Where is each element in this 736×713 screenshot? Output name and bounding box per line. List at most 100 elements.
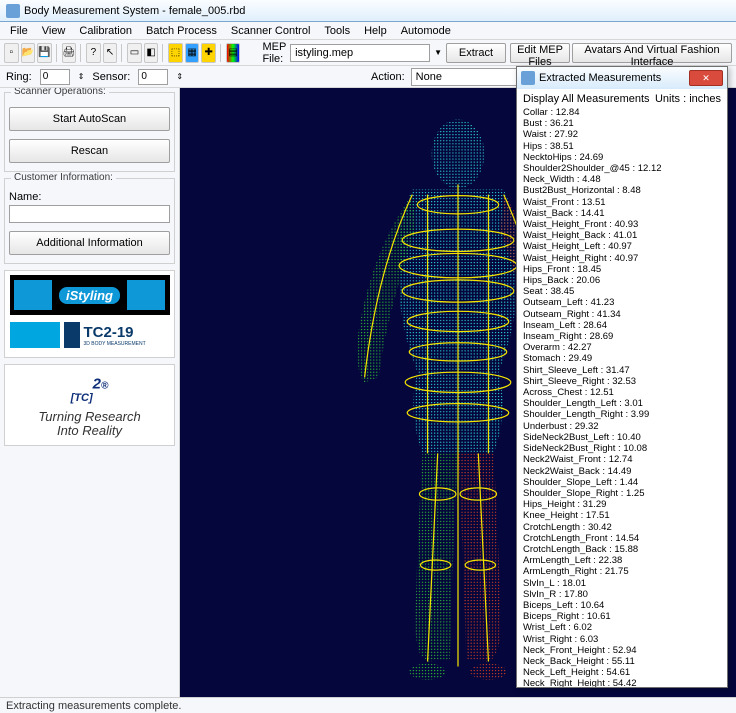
- ring-spin-icon[interactable]: ⇕: [78, 72, 85, 81]
- tool-new-icon[interactable]: ▫: [4, 43, 19, 63]
- extracted-measurements-window[interactable]: Extracted Measurements ✕ Display All Mea…: [516, 66, 728, 688]
- measurement-row: Shoulder_Slope_Left : 1.44: [523, 477, 721, 488]
- measurement-row: Collar : 12.84: [523, 107, 721, 118]
- left-panel: Scanner Operations: Start AutoScan Resca…: [0, 88, 180, 697]
- measurement-row: Hips : 38.51: [523, 141, 721, 152]
- measurement-row: Bust2Bust_Horizontal : 8.48: [523, 185, 721, 196]
- measurement-row: ArmLength_Right : 21.75: [523, 566, 721, 577]
- tool-panel-icon[interactable]: ◧: [144, 43, 159, 63]
- measurement-row: Bust : 36.21: [523, 118, 721, 129]
- menu-file[interactable]: File: [4, 24, 34, 38]
- measurement-row: Outseam_Left : 41.23: [523, 297, 721, 308]
- title-bar: Body Measurement System - female_005.rbd: [0, 0, 736, 22]
- action-select[interactable]: [411, 68, 531, 86]
- measurement-row: Stomach : 29.49: [523, 353, 721, 364]
- tool-color-icon[interactable]: ▤: [226, 43, 241, 63]
- popup-title-text: Extracted Measurements: [539, 72, 661, 84]
- sensor-spin-icon[interactable]: ⇕: [176, 72, 183, 81]
- popup-icon: [521, 71, 535, 85]
- sensor-spinner[interactable]: [138, 69, 168, 85]
- measurement-row: Waist : 27.92: [523, 129, 721, 140]
- measurement-row: Neck_Left_Height : 54.61: [523, 667, 721, 678]
- measurement-row: Shirt_Sleeve_Right : 32.53: [523, 376, 721, 387]
- ring-label: Ring:: [6, 71, 32, 83]
- measurement-row: Inseam_Left : 28.64: [523, 320, 721, 331]
- tool-figure-icon[interactable]: ⬚: [168, 43, 183, 63]
- measurement-row: Neck2Waist_Back : 14.49: [523, 466, 721, 477]
- tool-save-icon[interactable]: 💾: [37, 43, 52, 63]
- popup-header-left: Display All Measurements: [523, 93, 650, 105]
- measurement-row: Knee_Height : 17.51: [523, 510, 721, 521]
- menu-calibration[interactable]: Calibration: [73, 24, 138, 38]
- tool-open-icon[interactable]: 📂: [21, 43, 36, 63]
- measurement-row: Shoulder_Length_Right : 3.99: [523, 409, 721, 420]
- action-label: Action:: [371, 71, 405, 83]
- measurement-row: Neck_Width : 4.48: [523, 174, 721, 185]
- customer-info-group: Customer Information: Name: Additional I…: [4, 178, 175, 264]
- measurement-row: SlvIn_R : 17.80: [523, 589, 721, 600]
- istyling-logo: iStyling: [10, 275, 170, 315]
- measurement-row: Neck_Right_Height : 54.42: [523, 678, 721, 687]
- menu-tools[interactable]: Tools: [318, 24, 356, 38]
- menu-help[interactable]: Help: [358, 24, 393, 38]
- additional-info-button[interactable]: Additional Information: [9, 231, 170, 255]
- measurement-row: Outseam_Right : 41.34: [523, 309, 721, 320]
- tc2-19-logo: TC2-193D BODY MEASUREMENT: [10, 317, 170, 353]
- measurement-row: Inseam_Right : 28.69: [523, 331, 721, 342]
- measurement-row: CrotchLength_Back : 15.88: [523, 544, 721, 555]
- name-input[interactable]: [9, 205, 170, 223]
- menu-batch-process[interactable]: Batch Process: [140, 24, 223, 38]
- tool-thumbs-icon[interactable]: ▦: [185, 43, 200, 63]
- tc2-big-logo: [TC]2®: [11, 371, 168, 410]
- measurement-row: Waist_Back : 14.41: [523, 208, 721, 219]
- measurements-list[interactable]: Display All Measurements Units : inches …: [517, 89, 727, 687]
- app-icon: [6, 4, 20, 18]
- menu-view[interactable]: View: [36, 24, 72, 38]
- rescan-button[interactable]: Rescan: [9, 139, 170, 163]
- edit-mep-button[interactable]: Edit MEP Files: [510, 43, 570, 63]
- menu-bar: FileViewCalibrationBatch ProcessScanner …: [0, 22, 736, 40]
- tool-crop-icon[interactable]: ▭: [127, 43, 142, 63]
- window-title: Body Measurement System - female_005.rbd: [24, 5, 245, 17]
- logo-panel-2: [TC]2® Turning Research Into Reality: [4, 364, 175, 446]
- measurement-row: Shoulder2Shoulder_@45 : 12.12: [523, 163, 721, 174]
- logo-panel-1: iStyling TC2-193D BODY MEASUREMENT: [4, 270, 175, 358]
- measurement-row: SlvIn_L : 18.01: [523, 578, 721, 589]
- measurement-row: Shirt_Sleeve_Left : 31.47: [523, 365, 721, 376]
- mep-file-label: MEP File:: [262, 41, 286, 65]
- extract-button[interactable]: Extract: [446, 43, 506, 63]
- popup-title-bar[interactable]: Extracted Measurements ✕: [517, 67, 727, 89]
- measurement-row: Waist_Height_Right : 40.97: [523, 253, 721, 264]
- menu-automode[interactable]: Automode: [395, 24, 457, 38]
- measurement-row: Neck_Front_Height : 52.94: [523, 645, 721, 656]
- tool-help-icon[interactable]: ?: [86, 43, 101, 63]
- mep-file-input[interactable]: [290, 44, 430, 62]
- mep-dropdown-icon[interactable]: ▼: [434, 48, 442, 57]
- tool-print-icon[interactable]: 🖨: [62, 43, 77, 63]
- measurement-row: Neck2Waist_Front : 12.74: [523, 454, 721, 465]
- tagline-1: Turning Research: [11, 410, 168, 424]
- menu-scanner-control[interactable]: Scanner Control: [225, 24, 317, 38]
- measurement-row: Seat : 38.45: [523, 286, 721, 297]
- start-autoscan-button[interactable]: Start AutoScan: [9, 107, 170, 131]
- measurement-row: Overarm : 42.27: [523, 342, 721, 353]
- status-text: Extracting measurements complete.: [6, 700, 181, 712]
- measurement-row: SideNeck2Bust_Left : 10.40: [523, 432, 721, 443]
- measurement-row: Waist_Front : 13.51: [523, 197, 721, 208]
- avatars-button[interactable]: Avatars And Virtual Fashion Interface: [572, 43, 732, 63]
- measurement-row: NecktoHips : 24.69: [523, 152, 721, 163]
- ring-spinner[interactable]: [40, 69, 70, 85]
- close-button[interactable]: ✕: [689, 70, 723, 86]
- toolbar: ▫ 📂 💾 🖨 ? ↖ ▭ ◧ ⬚ ▦ ✚ ▤ MEP File: ▼ Extr…: [0, 40, 736, 66]
- tool-pointer-icon[interactable]: ↖: [103, 43, 118, 63]
- name-label: Name:: [9, 191, 170, 203]
- popup-header-right: Units : inches: [655, 93, 721, 105]
- measurement-row: Shoulder_Length_Left : 3.01: [523, 398, 721, 409]
- measurement-row: Hips_Front : 18.45: [523, 264, 721, 275]
- tool-cross-icon[interactable]: ✚: [201, 43, 216, 63]
- measurement-row: SideNeck2Bust_Right : 10.08: [523, 443, 721, 454]
- customer-info-title: Customer Information:: [11, 172, 116, 183]
- measurement-row: ArmLength_Left : 22.38: [523, 555, 721, 566]
- measurement-row: Neck_Back_Height : 55.11: [523, 656, 721, 667]
- measurement-row: CrotchLength_Front : 14.54: [523, 533, 721, 544]
